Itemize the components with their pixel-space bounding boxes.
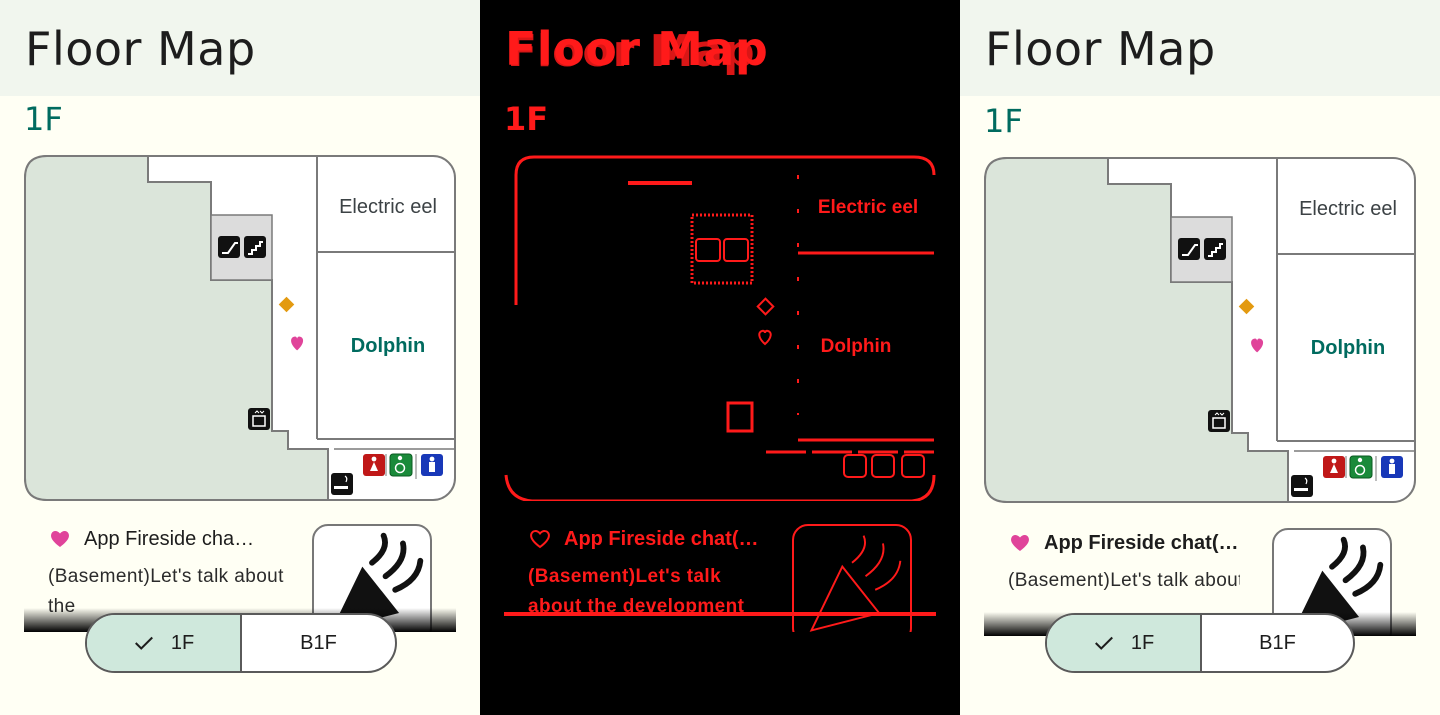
divider [504, 612, 936, 616]
event-title: App Fireside chat(T… [1044, 532, 1246, 554]
floor-map-svg: Electric eel Dolphin [984, 157, 1416, 503]
top-app-bar: Floor Map [960, 0, 1440, 96]
heart-icon [530, 530, 550, 549]
accessible-restroom-icon [1349, 455, 1373, 479]
female-restroom-icon [1323, 456, 1345, 478]
floor-map-svg: Electric eel Dolphin [24, 155, 456, 501]
floor-label: 1F [24, 100, 63, 138]
floor-option-b1f[interactable]: B1F [1202, 615, 1353, 671]
room-dolphin[interactable]: Dolphin [1311, 337, 1385, 359]
room-electric-eel[interactable]: Electric eel [818, 197, 918, 218]
diamond-icon [756, 297, 775, 316]
floor-label: 1F [504, 100, 549, 138]
page-title: Floor Map [25, 22, 256, 76]
heart-icon [1011, 535, 1029, 551]
check-icon [1094, 636, 1113, 650]
heart-icon [51, 531, 69, 547]
room-electric-eel[interactable]: Electric eel [1299, 198, 1397, 220]
floor-option-label: 1F [170, 631, 195, 654]
female-restroom-icon [363, 454, 385, 476]
event-description: (Basement)Let's talk about the developme… [1008, 570, 1240, 591]
floor-map[interactable]: Electric eel Dolphin [984, 157, 1416, 503]
floor-map-screen-light: Floor Map 1F Electric eel Dolphin App Fi… [0, 0, 480, 715]
male-restroom-icon [1381, 456, 1403, 478]
elevator-icon [1208, 410, 1230, 432]
stairs-icon [244, 236, 266, 258]
female-restroom-icon [843, 454, 867, 478]
escalator-icon [1178, 238, 1200, 260]
smoking-icon [331, 473, 353, 495]
floor-map[interactable]: Electric eel Dolphin [504, 155, 936, 501]
heart-icon [758, 329, 772, 346]
check-icon [134, 636, 153, 650]
accessible-restroom-icon [871, 454, 895, 478]
floor-label: 1F [984, 102, 1023, 140]
page-title: Floor Map [985, 22, 1216, 76]
room-electric-eel[interactable]: Electric eel [339, 196, 437, 218]
megaphone-icon [809, 535, 902, 632]
male-restroom-icon [901, 454, 925, 478]
floor-map-screen-diff: Floor Map Floor Map 1F Electric eel Dolp… [480, 0, 960, 715]
floor-switcher[interactable]: 1F B1F [85, 613, 397, 673]
floor-option-label: 1F [1130, 631, 1155, 654]
room-dolphin[interactable]: Dolphin [821, 336, 892, 357]
floor-map-svg: Electric eel Dolphin [504, 155, 936, 501]
event-title: App Fireside cha… [84, 528, 255, 550]
stairs-icon [1204, 238, 1226, 260]
escalator-icon [218, 236, 240, 258]
smoking-icon [1291, 475, 1313, 497]
room-dolphin[interactable]: Dolphin [351, 335, 425, 357]
elevator-icon [248, 408, 270, 430]
page-title-ghost: Floor Map [507, 26, 755, 77]
floor-map[interactable]: Electric eel Dolphin [24, 155, 456, 501]
floor-option-label: B1F [300, 631, 337, 654]
accessible-restroom-icon [389, 453, 413, 477]
floor-option-1f[interactable]: 1F [87, 615, 242, 671]
floor-map-screen-light-updated: Floor Map 1F Electric eel Dolphin App Fi… [960, 0, 1440, 715]
male-restroom-icon [421, 454, 443, 476]
floor-option-1f[interactable]: 1F [1047, 615, 1202, 671]
event-title: App Fireside chat(T… [564, 528, 766, 550]
top-app-bar: Floor Map [0, 0, 480, 96]
floor-option-label: B1F [1259, 631, 1296, 654]
floor-switcher[interactable]: 1F B1F [1045, 613, 1355, 673]
floor-option-b1f[interactable]: B1F [242, 615, 395, 671]
elevator-icon [726, 401, 754, 433]
